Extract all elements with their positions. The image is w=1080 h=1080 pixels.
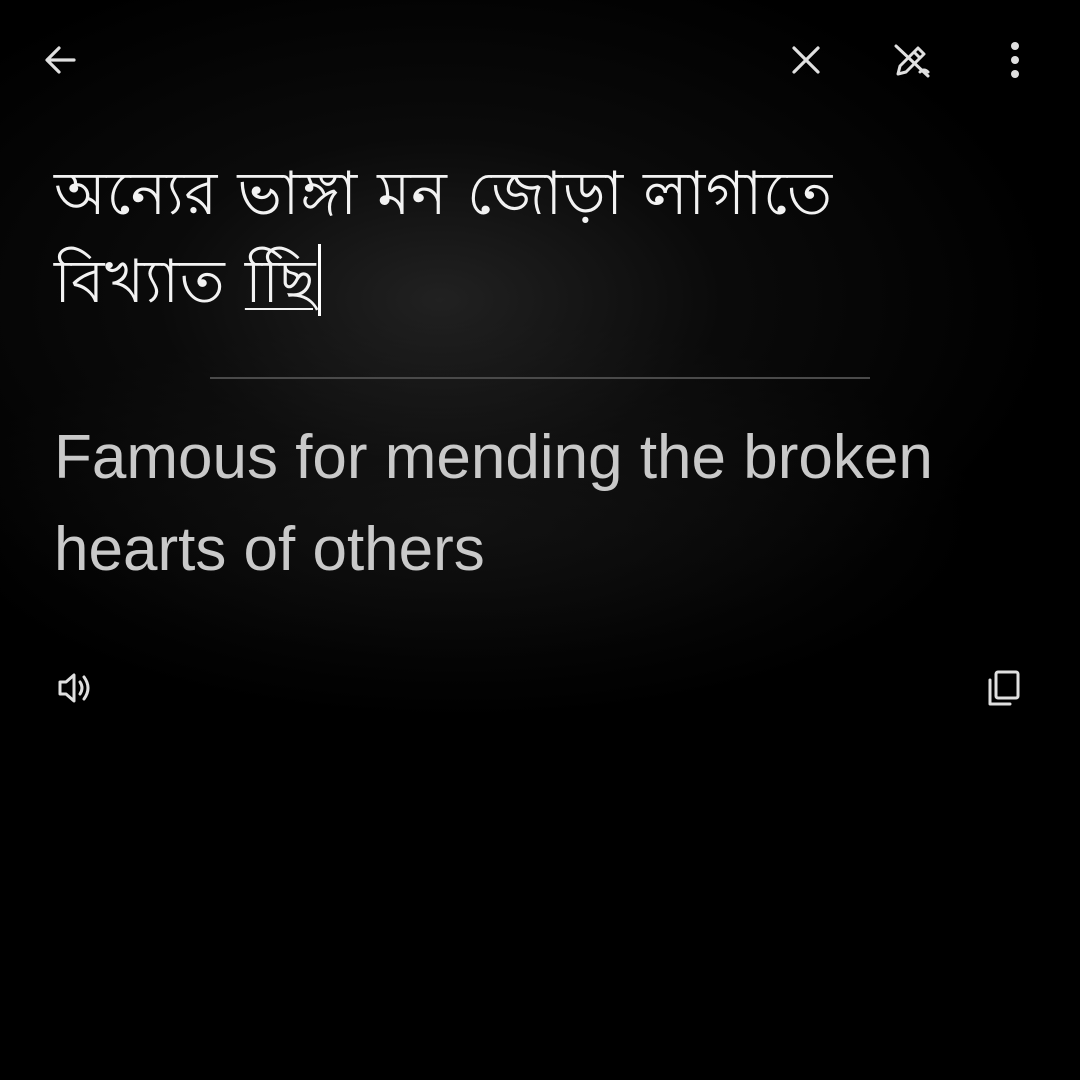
edit-button[interactable] — [882, 30, 942, 90]
more-vertical-icon — [1011, 42, 1019, 78]
source-text-composing-word: ছিি — [244, 247, 317, 317]
speaker-icon — [58, 673, 90, 703]
copy-button[interactable] — [974, 658, 1034, 718]
close-icon — [792, 46, 820, 74]
source-text-input[interactable]: অন্যের ভাঙ্গা মন জোড়া লাগাতে বিখ্যাত ছি… — [54, 150, 954, 326]
back-button[interactable] — [30, 30, 90, 90]
edit-pencil-off-icon — [894, 44, 930, 78]
divider — [210, 377, 870, 379]
source-text: অন্যের ভাঙ্গা মন জোড়া লাগাতে বিখ্যাত — [54, 159, 833, 317]
text-cursor — [318, 244, 322, 316]
top-toolbar — [0, 0, 1080, 120]
clear-button[interactable] — [776, 30, 836, 90]
listen-button[interactable] — [44, 658, 104, 718]
copy-icon — [988, 670, 1020, 706]
arrow-left-icon — [45, 46, 76, 74]
more-options-button[interactable] — [985, 30, 1045, 90]
translation-text: Famous for mending the broken hearts of … — [54, 423, 933, 584]
